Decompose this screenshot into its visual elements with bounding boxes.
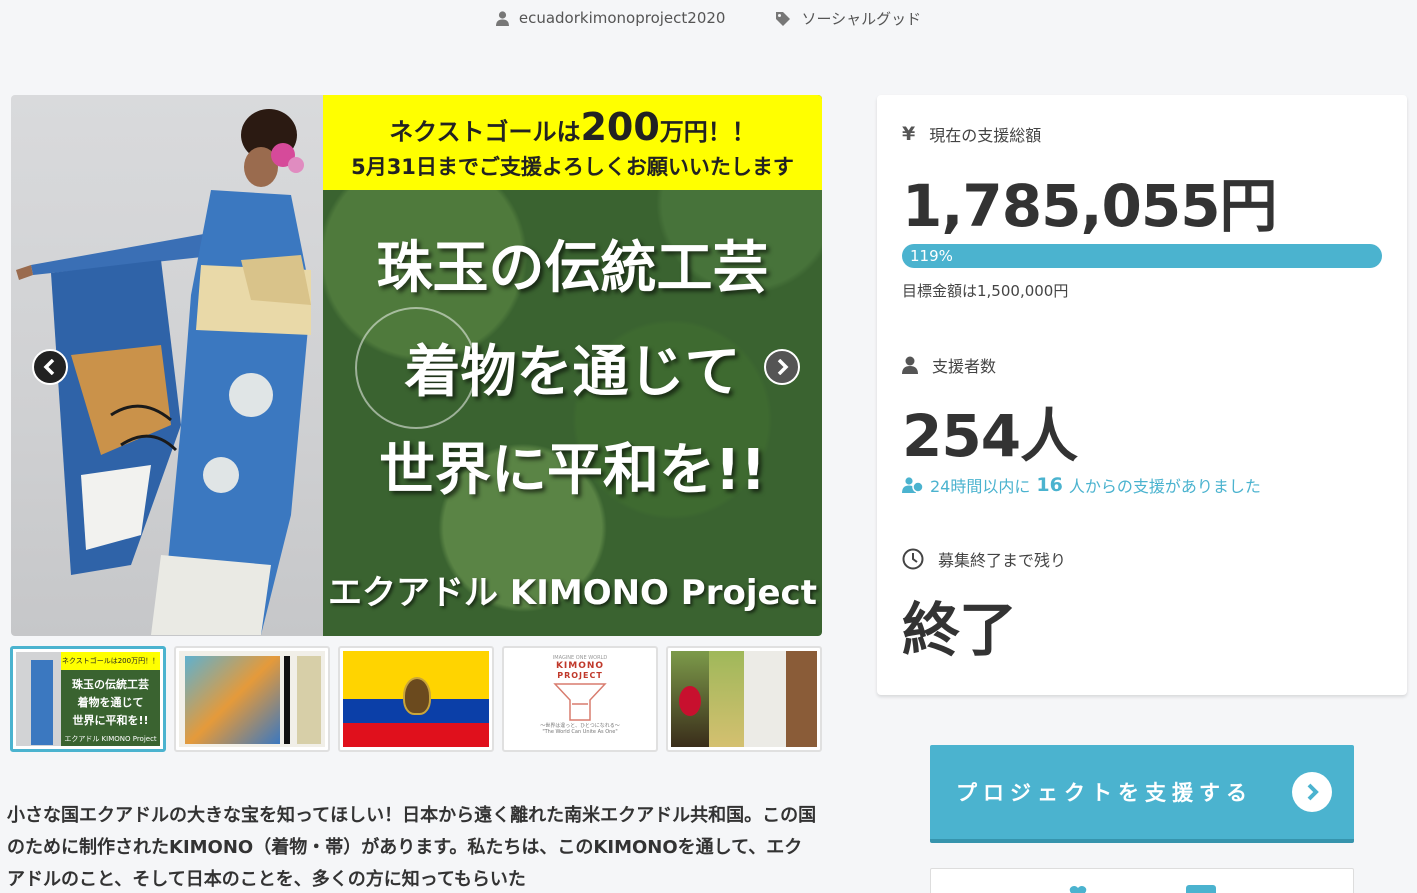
recent-count: 16: [1036, 474, 1063, 496]
goal-amount: 目標金額は1,500,000円: [902, 282, 1069, 300]
thumb4-bottom2: "The World Can Unite As One": [542, 729, 618, 735]
thumb1-title3: 世界に平和を!!: [72, 714, 149, 727]
progress-percent: 119%: [910, 247, 953, 265]
thumb1-footer: エクアドル KIMONO Project: [64, 735, 157, 743]
heart-icon: [1069, 886, 1087, 893]
remaining-label-row: 募集終了まで残り: [902, 547, 1066, 571]
user-icon: [495, 10, 509, 26]
category-name: ソーシャルグッド: [801, 9, 922, 28]
thumb4-bottom: 〜世界は違っと、ひとつになれる〜: [540, 723, 620, 729]
remaining-value: 終了: [902, 596, 1017, 664]
funding-progress-bar: 119%: [902, 244, 1382, 268]
next-goal-line1: ネクストゴールは200万円！！: [389, 104, 756, 149]
chevron-right-circle-icon: [1292, 772, 1332, 812]
thumbnail-4[interactable]: IMAGINE ONE WORLD KIMONO PROJECT 〜世界は違っと…: [502, 646, 659, 752]
prev-slide-button[interactable]: [32, 349, 68, 385]
next-goal-line2: 5月31日までご支援よろしくお願いいたします: [351, 154, 794, 179]
user-icon: [902, 356, 918, 374]
thumbnail-strip: ネクストゴールは200万円！！ 珠玉の伝統工芸 着物を通じて 世界に平和を!! …: [10, 646, 823, 752]
total-label-row: ¥ 現在の支援総額: [902, 122, 1041, 146]
users-icon: [902, 477, 924, 493]
support-button-label: プロジェクトを支援する: [956, 781, 1253, 805]
main-visual-slider[interactable]: ネクストゴールは200万円！！ 5月31日までご支援よろしくお願いいたします 珠…: [11, 95, 822, 636]
thumb1-banner: ネクストゴールは200万円！！: [61, 652, 161, 670]
favorite-count-badge: [1186, 885, 1216, 893]
thumb1-title2: 着物を通じて: [77, 696, 144, 709]
support-project-button[interactable]: プロジェクトを支援する: [930, 745, 1354, 843]
recent-suffix: 人からの支援がありました: [1068, 477, 1261, 496]
project-meta-bar: ecuadorkimonoproject2020 ソーシャルグッド: [0, 6, 1417, 30]
recent-backers: 24時間以内に 16 人からの支援がありました: [902, 473, 1261, 497]
slide-title-line1: 珠玉の伝統工芸: [376, 236, 769, 301]
thumbnail-3[interactable]: [338, 646, 495, 752]
recent-prefix: 24時間以内に: [930, 477, 1031, 496]
thumbnail-5[interactable]: [666, 646, 823, 752]
project-description: 小さな国エクアドルの大きな宝を知ってほしい！日本から遠く離れた南米エクアドル共和…: [7, 805, 817, 890]
remaining-label: 募集終了まで残り: [938, 551, 1067, 570]
coat-of-arms-icon: [403, 677, 432, 715]
clock-icon: [902, 548, 924, 570]
yen-icon: ¥: [902, 123, 916, 145]
owner-name: ecuadorkimonoproject2020: [518, 9, 726, 27]
backers-label: 支援者数: [932, 357, 997, 376]
funding-stats-card: ¥ 現在の支援総額 1,785,055円 119% 目標金額は1,500,000…: [877, 95, 1407, 695]
thumb1-title1: 珠玉の伝統工芸: [72, 678, 149, 691]
next-goal-banner: ネクストゴールは200万円！！ 5月31日までご支援よろしくお願いいたします: [323, 95, 822, 190]
thumbnail-1[interactable]: ネクストゴールは200万円！！ 珠玉の伝統工芸 着物を通じて 世界に平和を!! …: [10, 646, 167, 752]
kimono-logo-icon: [553, 683, 607, 721]
next-slide-button[interactable]: [764, 349, 800, 385]
total-label: 現在の支援総額: [929, 126, 1042, 145]
chevron-right-icon: [777, 359, 789, 375]
chevron-left-icon: [43, 359, 55, 375]
play-video-circle[interactable]: [355, 307, 477, 429]
thumb4-title: KIMONO: [555, 661, 605, 671]
project-category[interactable]: ソーシャルグッド: [775, 8, 921, 29]
slide-footer: エクアドル KIMONO Project: [328, 573, 817, 613]
favorite-box[interactable]: [930, 868, 1354, 893]
slide-title-line3: 世界に平和を!!: [378, 438, 767, 503]
tag-icon: [776, 11, 791, 26]
thumb4-sub: PROJECT: [557, 671, 603, 680]
backers-label-row: 支援者数: [902, 353, 996, 377]
project-owner[interactable]: ecuadorkimonoproject2020: [495, 9, 726, 27]
total-amount: 1,785,055円: [902, 172, 1278, 240]
backers-count: 254人: [902, 402, 1078, 470]
thumbnail-2[interactable]: [174, 646, 331, 752]
